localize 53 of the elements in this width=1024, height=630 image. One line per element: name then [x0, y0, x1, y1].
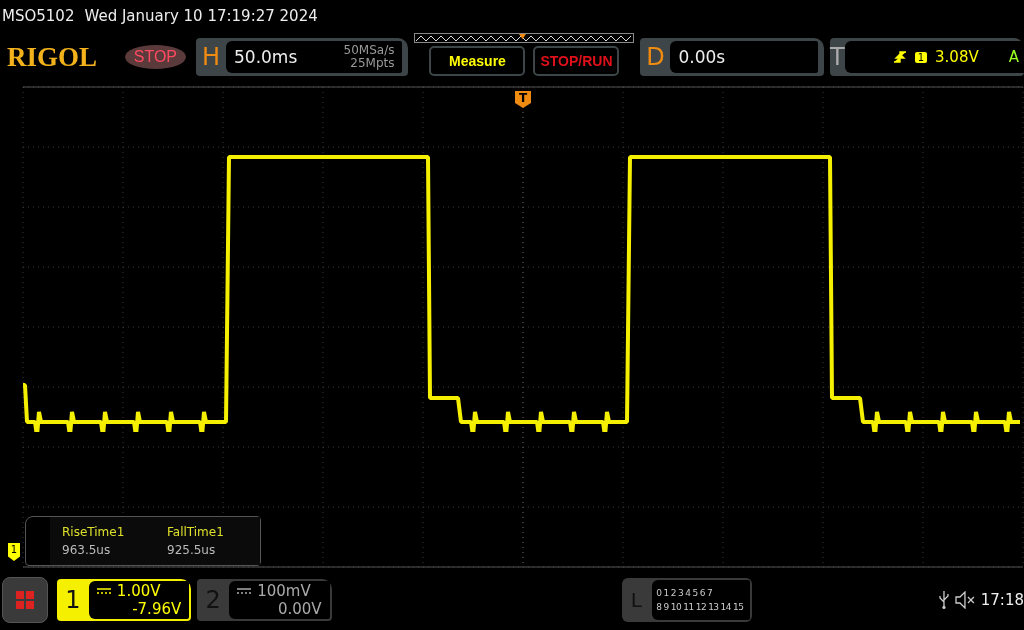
trigger-mode: A — [1008, 48, 1019, 66]
logic-channel-number: 15 — [733, 602, 744, 612]
horizontal-panel[interactable]: H 50.0ms 50MSa/s 25Mpts — [196, 38, 409, 76]
trigger-label: T — [830, 42, 845, 73]
dc-coupling-icon — [96, 587, 111, 595]
logic-channel-number: 5 — [692, 588, 698, 598]
menu-button[interactable] — [2, 577, 48, 623]
channel-offset: 0.00V — [277, 600, 322, 618]
logic-channel-number: 4 — [685, 588, 691, 598]
measurement-name: RiseTime1 — [62, 525, 126, 539]
logic-channel-number: 13 — [708, 602, 719, 612]
memory-depth: 25Mpts — [350, 57, 395, 70]
measurement-value: 925.5us — [167, 543, 217, 557]
measurement-value: 963.5us — [62, 543, 112, 557]
channel-ground-marker: 1 — [8, 543, 20, 561]
logic-channel-number: 3 — [678, 588, 684, 598]
logic-channel-number: 1 — [663, 588, 669, 598]
logic-channel-number: 12 — [695, 602, 707, 612]
toolbar-button[interactable]: Measure — [429, 45, 526, 76]
brand-logo: RIGOL — [7, 41, 99, 73]
delay-value: 0.00s — [678, 47, 726, 67]
toolbar-button[interactable]: STOP/RUN — [533, 45, 620, 76]
sample-rate: 50MSa/s — [343, 44, 395, 57]
four-squares-icon — [14, 590, 35, 610]
channel-panel[interactable]: 1 1.00V -7.96V — [56, 579, 192, 621]
logic-channel-number: 2 — [670, 588, 676, 598]
usb-icon — [938, 590, 949, 610]
channel-number: 1 — [64, 585, 82, 616]
logic-channel-number: 7 — [706, 588, 713, 598]
horizontal-label: H — [200, 42, 221, 73]
logic-channel-number: 14 — [720, 602, 732, 612]
logic-channel-number: 10 — [670, 602, 682, 612]
measurement-name: FallTime1 — [167, 525, 225, 539]
logic-channel-number: 11 — [683, 602, 694, 612]
model-name: MSO5102 — [2, 7, 75, 25]
date-time: Wed January 10 17:19:27 2024 — [84, 7, 318, 25]
delay-panel[interactable]: D 0.00s — [640, 38, 824, 76]
logic-channel-number: 9 — [663, 602, 669, 612]
logic-channel-number: 6 — [699, 588, 705, 598]
logic-channel-number: 0 — [656, 588, 662, 598]
channel-scale: 1.00V — [116, 582, 161, 600]
channel-scale: 100mV — [257, 582, 311, 600]
trigger-source-badge: 1 — [914, 51, 928, 63]
timebase-value: 50.0ms — [234, 47, 298, 67]
trigger-voltage: 3.08V — [935, 48, 979, 66]
clock-time: 17:18 — [980, 591, 1024, 609]
trigger-position-marker: T — [515, 91, 531, 108]
speaker-muted-icon — [954, 591, 975, 609]
delay-label: D — [645, 42, 666, 73]
channel-offset: -7.96V — [132, 600, 182, 618]
dc-coupling-icon — [237, 587, 252, 595]
trigger-panel[interactable]: T 1 3.08V A — [830, 38, 1024, 76]
logic-channel-number: 8 — [656, 602, 662, 612]
